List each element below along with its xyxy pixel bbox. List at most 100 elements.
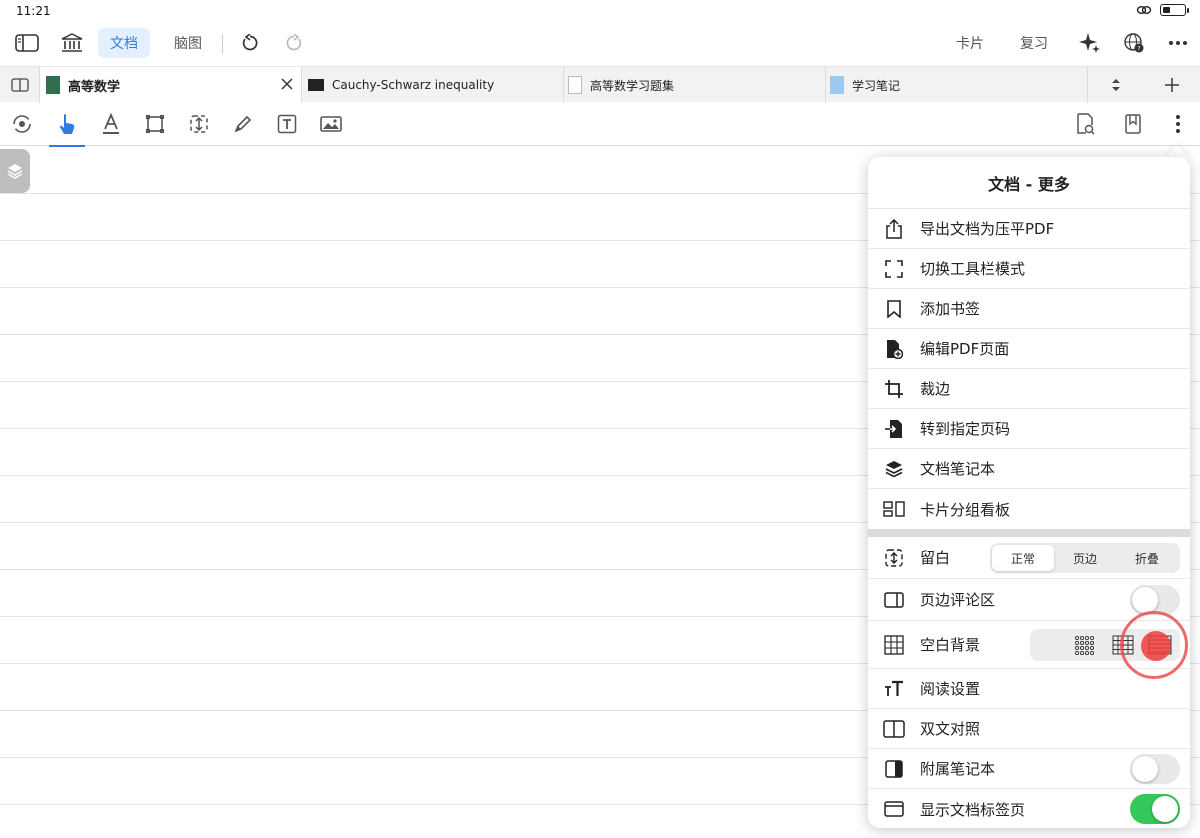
layers-icon <box>868 460 920 478</box>
margin-option-normal[interactable]: 正常 <box>992 545 1054 571</box>
library-icon[interactable] <box>58 30 86 56</box>
card-mode-button[interactable]: 卡片 <box>944 28 996 58</box>
menu-item-card-board[interactable]: 卡片分组看板 <box>868 489 1190 529</box>
menu-item-label: 阅读设置 <box>920 680 981 698</box>
doc-thumbnail-icon <box>568 76 582 94</box>
menu-item-doc-notebook[interactable]: 文档笔记本 <box>868 449 1190 489</box>
tab-study-notes[interactable]: 学习笔记 <box>826 67 1088 103</box>
undo-icon[interactable] <box>236 30 264 56</box>
book-thumbnail-icon <box>46 76 60 94</box>
resize-icon[interactable] <box>184 110 214 138</box>
tab-math-exercises[interactable]: 高等数学习题集 <box>564 67 826 103</box>
menu-item-label: 附属笔记本 <box>920 760 996 778</box>
menu-item-label: 显示文档标签页 <box>920 800 1026 819</box>
menu-item-label: 空白背景 <box>920 636 981 654</box>
bookmark-icon <box>868 299 920 318</box>
popover-title: 文档 - 更多 <box>868 157 1190 209</box>
doc-more-popover: 文档 - 更多 导出文档为压平PDF 切换工具栏模式 添加书签 编辑PDF页面 … <box>868 157 1190 828</box>
status-time: 11:21 <box>16 4 51 18</box>
window-tabs-icon <box>868 801 920 817</box>
video-thumbnail-icon <box>308 79 324 91</box>
menu-item-label: 切换工具栏模式 <box>920 260 1026 278</box>
notebook-thumbnail-icon <box>830 76 844 94</box>
split-view-icon <box>868 719 920 738</box>
vertical-more-icon[interactable] <box>1163 110 1193 138</box>
menu-row-show-doc-tabs: 显示文档标签页 <box>868 789 1190 828</box>
text-size-icon <box>868 680 920 698</box>
menu-item-goto-page[interactable]: 转到指定页码 <box>868 409 1190 449</box>
menu-item-edit-pdf-pages[interactable]: 编辑PDF页面 <box>868 329 1190 369</box>
image-icon[interactable] <box>316 110 346 138</box>
split-view-icon[interactable] <box>0 67 40 103</box>
search-document-icon[interactable] <box>1070 110 1100 138</box>
annotation-toolbar <box>0 102 1200 147</box>
reading-mode-icon[interactable] <box>7 110 37 138</box>
tab-label: 学习笔记 <box>852 78 901 93</box>
sidebar-toggle-icon[interactable] <box>13 30 41 56</box>
dotted-background-option-icon[interactable] <box>1074 635 1098 656</box>
link-icon <box>1136 6 1152 14</box>
reorder-tabs-icon[interactable] <box>1088 67 1144 103</box>
share-icon <box>868 218 920 239</box>
redo-icon[interactable] <box>280 30 308 56</box>
close-tab-icon <box>281 78 293 90</box>
tab-higher-math[interactable]: 高等数学 <box>40 67 302 103</box>
top-navigation-bar: 文档 脑图 卡片 复习 ? <box>0 22 1200 64</box>
bookmark-list-icon[interactable] <box>1118 110 1148 138</box>
mindmap-mode-button[interactable]: 脑图 <box>162 28 214 58</box>
tab-cauchy-schwarz[interactable]: Cauchy-Schwarz inequality <box>302 67 564 103</box>
sidebar-right-icon <box>868 591 920 608</box>
menu-item-export-pdf[interactable]: 导出文档为压平PDF <box>868 209 1190 249</box>
goto-page-icon <box>868 419 920 439</box>
text-highlight-icon[interactable] <box>96 110 126 138</box>
file-edit-icon <box>868 339 920 359</box>
menu-item-label: 转到指定页码 <box>920 420 1011 438</box>
tab-label: 高等数学习题集 <box>590 78 675 93</box>
menu-item-label: 添加书签 <box>920 300 981 318</box>
margin-segmented-control: 正常 页边 折叠 <box>990 543 1180 573</box>
rect-select-icon[interactable] <box>140 110 170 138</box>
crop-icon <box>868 379 920 398</box>
margin-icon <box>868 548 920 568</box>
tab-label: 高等数学 <box>68 79 121 95</box>
grid-icon <box>868 634 920 655</box>
attached-notebook-toggle[interactable] <box>1130 754 1180 784</box>
doc-mode-button[interactable]: 文档 <box>98 28 150 58</box>
menu-item-label: 导出文档为压平PDF <box>920 220 1055 238</box>
review-mode-button[interactable]: 复习 <box>1008 28 1060 58</box>
board-icon <box>868 501 920 517</box>
menu-item-label: 双文对照 <box>920 720 981 738</box>
menu-item-add-bookmark[interactable]: 添加书签 <box>868 289 1190 329</box>
menu-item-bilingual[interactable]: 双文对照 <box>868 709 1190 749</box>
tab-label: Cauchy-Schwarz inequality <box>332 78 495 92</box>
menu-item-toggle-toolbar-mode[interactable]: 切换工具栏模式 <box>868 249 1190 289</box>
text-box-icon[interactable] <box>272 110 302 138</box>
menu-item-label: 编辑PDF页面 <box>920 340 1010 358</box>
expand-icon <box>868 259 920 278</box>
battery-icon <box>1160 4 1189 16</box>
menu-item-label: 页边评论区 <box>920 591 996 609</box>
layers-icon <box>7 164 23 179</box>
menu-item-crop-margins[interactable]: 裁边 <box>868 369 1190 409</box>
add-tab-icon[interactable] <box>1144 67 1200 103</box>
menu-row-attached-notebook: 附属笔记本 <box>868 749 1190 789</box>
menu-item-label: 裁边 <box>920 380 951 398</box>
status-icons <box>1136 4 1189 16</box>
margin-option-fold[interactable]: 折叠 <box>1116 545 1178 571</box>
ai-sparkle-icon[interactable] <box>1076 30 1104 56</box>
more-menu-icon[interactable] <box>1164 30 1192 56</box>
touch-indicator-dot <box>1141 631 1171 661</box>
section-separator <box>868 529 1190 537</box>
toolbar-divider <box>222 34 223 54</box>
margin-option-page-edge[interactable]: 页边 <box>1054 545 1116 571</box>
menu-item-label: 卡片分组看板 <box>920 500 1011 519</box>
layers-panel-button[interactable] <box>0 149 30 193</box>
show-doc-tabs-toggle[interactable] <box>1130 794 1180 824</box>
side-panel-icon <box>868 759 920 778</box>
hand-tool-icon[interactable] <box>49 110 85 147</box>
menu-item-label: 文档笔记本 <box>920 460 996 478</box>
menu-item-label: 留白 <box>920 549 951 567</box>
pen-icon[interactable] <box>228 110 258 138</box>
web-search-icon[interactable]: ? <box>1120 30 1148 56</box>
document-tab-bar: 高等数学 Cauchy-Schwarz inequality 高等数学习题集 学… <box>0 66 1200 103</box>
